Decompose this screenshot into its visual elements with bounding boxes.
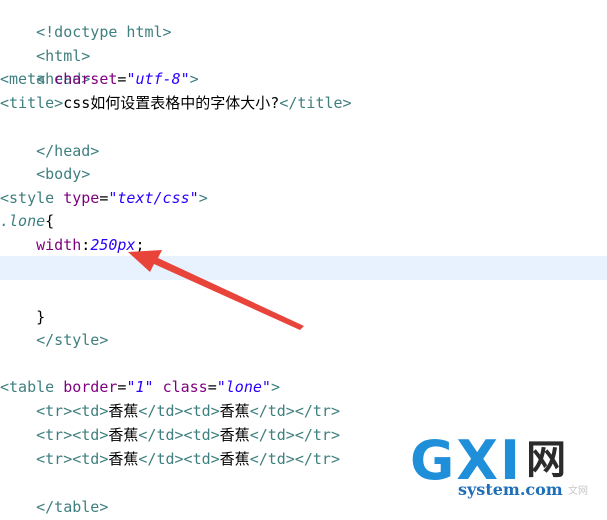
row-open: <tr><td> [36,402,109,420]
code-line-html-open: <html> [0,20,90,65]
table-open-close: > [270,378,280,396]
meta-open: <meta [0,70,55,88]
meta-close: > [189,70,199,88]
title-close: </title> [279,94,352,112]
row-cell-1: 香蕉 [108,426,139,444]
watermark-domain: system.com [458,480,563,499]
css-selector: .lone [0,212,46,230]
style-attr: type [63,189,100,207]
row-indent [0,450,36,468]
code-line-brace-close: } [0,281,45,326]
row-cell-1: 香蕉 [108,450,139,468]
css-semicolon: ; [135,236,145,254]
style-close-tag: </style> [36,331,109,349]
code-editor[interactable]: <!doctype html> <html> <head> <meta char… [0,0,607,520]
watermark-side-text: 文网 [568,486,588,497]
watermark-logo: GXI 网 system.com 文网 [410,432,600,504]
css-colon: : [81,236,91,254]
row-cell-1: 香蕉 [108,402,139,420]
row-cell-2: 香蕉 [219,402,250,420]
title-open: <title> [0,94,64,112]
row-open: <tr><td> [36,450,109,468]
row-cell-2: 香蕉 [219,450,250,468]
row-indent [0,426,36,444]
table-open: <table [0,378,64,396]
style-close-bracket: > [198,189,208,207]
code-line-style-close: </style> [0,304,108,349]
code-line-doctype: <!doctype html> [0,0,171,41]
css-value: 250px [90,236,136,254]
table-val-border: "1" [126,378,154,396]
meta-value: "utf-8" [126,70,190,88]
code-line-table-close: </table> [0,471,108,516]
title-text: css如何设置表格中的字体大小? [63,94,280,112]
row-mid: </td><td> [138,426,220,444]
row-indent [0,402,36,420]
css-property: width [36,236,82,254]
brace-open: { [45,212,55,230]
code-line-body-open: <body> [0,138,90,183]
meta-attr: charset [54,70,118,88]
style-value: "text/css" [108,189,199,207]
row-cell-2: 香蕉 [219,426,250,444]
row-end: </td></tr> [249,426,340,444]
code-line-row: <tr><td>香蕉</td><td>香蕉</td></tr> [0,447,340,471]
body-open-tag: <body> [36,165,91,183]
watermark-logo-char: 网 [526,437,569,483]
code-line-head-open: <head> [0,43,90,88]
row-mid: </td><td> [138,402,220,420]
code-line-head-close: </head> [0,115,99,160]
code-line-row: <tr><td>香蕉</td><td>香蕉</td></tr> [0,423,340,447]
row-mid: </td><td> [138,450,220,468]
style-open: <style [0,189,64,207]
code-line-selector: .lone{ [0,209,54,233]
row-end: </td></tr> [249,450,340,468]
code-line-width: width:250px; [0,233,145,257]
row-open: <tr><td> [36,426,109,444]
code-line-table-open: <table border="1" class="lone"> [0,378,280,396]
row-end: </td></tr> [249,402,340,420]
code-line-style-open: <style type="text/css"> [0,186,208,210]
code-line-row: <tr><td>香蕉</td><td>香蕉</td></tr> [0,399,340,423]
table-val-class: "lone" [216,378,271,396]
code-line-title: <title>css如何设置表格中的字体大小?</title> [0,91,352,115]
table-attr-class: class [162,378,208,396]
table-attr-border: border [63,378,118,396]
current-line-highlight [0,256,607,280]
table-close-tag: </table> [36,498,109,516]
code-line-meta: <meta charset="utf-8"> [0,67,199,91]
